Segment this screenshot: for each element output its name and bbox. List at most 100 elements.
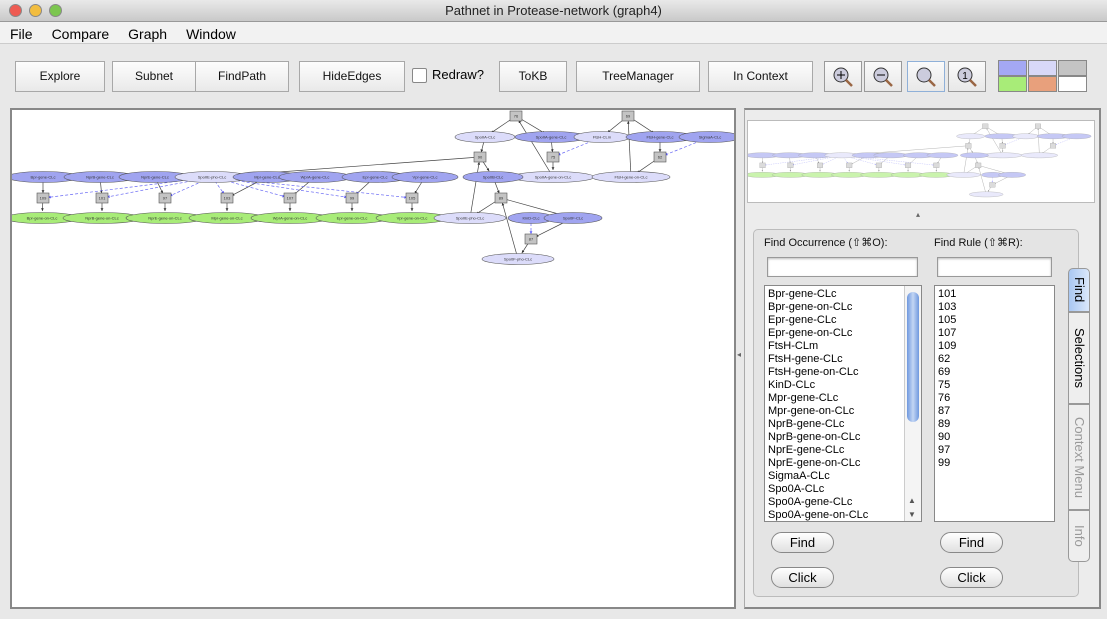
- rule-item[interactable]: 103: [938, 301, 1051, 314]
- occurrence-item[interactable]: NprE-gene-CLc: [768, 444, 901, 457]
- close-button[interactable]: [9, 4, 22, 17]
- graph-node[interactable]: [960, 152, 989, 159]
- rule-item[interactable]: 101: [938, 288, 1051, 301]
- occurrence-item[interactable]: Spo0A-gene-CLc: [768, 496, 901, 509]
- scroll-up-arrow-icon[interactable]: ▲: [908, 496, 916, 505]
- graph-node[interactable]: [946, 172, 981, 178]
- rule-node[interactable]: [982, 123, 989, 129]
- tab-find[interactable]: Find: [1068, 268, 1090, 312]
- occurrence-item[interactable]: NprE-gene-on-CLc: [768, 457, 901, 470]
- in-context-button[interactable]: In Context: [708, 61, 813, 92]
- zoom-actual-button[interactable]: 1: [948, 61, 986, 92]
- explore-button[interactable]: Explore: [15, 61, 105, 92]
- color-swatch[interactable]: [1058, 76, 1087, 92]
- rule-node[interactable]: [787, 162, 794, 168]
- tab-info[interactable]: Info: [1068, 510, 1090, 562]
- occurrence-item[interactable]: Mpr-gene-CLc: [768, 392, 901, 405]
- occurrence-item[interactable]: Spo0A-CLc: [768, 483, 901, 496]
- rule-item[interactable]: 90: [938, 431, 1051, 444]
- zoom-window-button[interactable]: [49, 4, 62, 17]
- rule-item[interactable]: 75: [938, 379, 1051, 392]
- rule-node[interactable]: [1050, 143, 1057, 149]
- occurrence-item[interactable]: Mpr-gene-on-CLc: [768, 405, 901, 418]
- occurrence-item[interactable]: Bpr-gene-on-CLc: [768, 301, 901, 314]
- occurrence-item[interactable]: SigmaA-CLc: [768, 470, 901, 483]
- rule-item[interactable]: 62: [938, 353, 1051, 366]
- color-swatch[interactable]: [1028, 76, 1057, 92]
- occurrence-item[interactable]: FtsH-CLm: [768, 340, 901, 353]
- graph-node[interactable]: [873, 152, 908, 159]
- zoom-fit-button[interactable]: [907, 61, 945, 92]
- rule-node[interactable]: [965, 143, 972, 149]
- menu-file[interactable]: File: [0, 22, 42, 44]
- zoom-in-button[interactable]: [824, 61, 862, 92]
- rule-node[interactable]: [1035, 123, 1041, 129]
- rule-item[interactable]: 76: [938, 392, 1051, 405]
- occurrence-item[interactable]: FtsH-gene-on-CLc: [768, 366, 901, 379]
- rule-node[interactable]: [846, 162, 853, 168]
- tab-selections[interactable]: Selections: [1068, 312, 1090, 404]
- rule-list[interactable]: 101 103 105 107 109 62 69 75 76 87 89 90 97 99: [934, 285, 1055, 522]
- rule-node[interactable]: [999, 143, 1006, 149]
- rule-item[interactable]: 107: [938, 327, 1051, 340]
- occurrence-item[interactable]: Spo0A-gene-on-CLc: [768, 509, 901, 521]
- occurrence-item[interactable]: NprB-gene-on-CLc: [768, 431, 901, 444]
- findpath-button[interactable]: FindPath: [195, 61, 289, 92]
- graph-node[interactable]: [1012, 133, 1040, 140]
- treemanager-button[interactable]: TreeManager: [576, 61, 700, 92]
- rule-node[interactable]: [875, 162, 882, 168]
- find-occurrence-input[interactable]: [767, 257, 918, 277]
- redraw-checkbox[interactable]: [412, 68, 427, 83]
- occurrence-item[interactable]: KinD-CLc: [768, 379, 901, 392]
- scrollbar-thumb[interactable]: [907, 292, 919, 422]
- occurrence-item[interactable]: Epr-gene-CLc: [768, 314, 901, 327]
- occurrence-item[interactable]: NprB-gene-CLc: [768, 418, 901, 431]
- rule-node[interactable]: [759, 162, 766, 168]
- occurrence-item[interactable]: FtsH-gene-CLc: [768, 353, 901, 366]
- menu-compare[interactable]: Compare: [42, 22, 119, 44]
- occurrence-item[interactable]: Epr-gene-on-CLc: [768, 327, 901, 340]
- rule-item[interactable]: 105: [938, 314, 1051, 327]
- graph-node[interactable]: [1061, 133, 1092, 140]
- rule-node[interactable]: [905, 162, 912, 168]
- graph-node[interactable]: [956, 133, 985, 140]
- vertical-splitter-handle[interactable]: ▴: [916, 210, 920, 219]
- occurrence-item[interactable]: Bpr-gene-CLc: [768, 288, 901, 301]
- occurrence-list[interactable]: Bpr-gene-CLc Bpr-gene-on-CLc Epr-gene-CLc E…: [764, 285, 922, 522]
- rule-node[interactable]: [933, 162, 940, 168]
- find-occurrence-button[interactable]: Find: [771, 532, 834, 553]
- minimize-button[interactable]: [29, 4, 42, 17]
- color-swatch[interactable]: [998, 60, 1027, 76]
- splitter-handle[interactable]: ◂: [737, 350, 741, 359]
- graph-node[interactable]: [1020, 152, 1058, 159]
- rule-node[interactable]: [989, 182, 996, 188]
- tokb-button[interactable]: ToKB: [499, 61, 567, 92]
- click-rule-button[interactable]: Click: [940, 567, 1003, 588]
- menu-window[interactable]: Window: [176, 22, 245, 44]
- find-rule-button[interactable]: Find: [940, 532, 1003, 553]
- graph-node[interactable]: [926, 152, 959, 159]
- rule-node[interactable]: [817, 162, 823, 168]
- click-occurrence-button[interactable]: Click: [771, 567, 834, 588]
- rule-item[interactable]: 97: [938, 444, 1051, 457]
- color-swatch[interactable]: [998, 76, 1027, 92]
- rule-item[interactable]: 87: [938, 405, 1051, 418]
- rule-item[interactable]: 99: [938, 457, 1051, 470]
- zoom-out-button[interactable]: [864, 61, 902, 92]
- graph-node[interactable]: [969, 191, 1004, 198]
- overview-minimap[interactable]: [744, 120, 1095, 203]
- graph-canvas[interactable]: Bpr-gene-CLc NprB-gene-CLc NprE-gene-CLc Sp…: [4, 108, 742, 609]
- menu-graph[interactable]: Graph: [118, 22, 176, 44]
- hideedges-button[interactable]: HideEdges: [299, 61, 405, 92]
- rule-node[interactable]: [975, 162, 982, 168]
- graph-node[interactable]: [998, 172, 1026, 178]
- tab-context-menu[interactable]: Context Menu: [1068, 404, 1090, 510]
- graph-node[interactable]: [983, 152, 1023, 159]
- scroll-down-arrow-icon[interactable]: ▼: [908, 510, 916, 519]
- find-rule-input[interactable]: [937, 257, 1052, 277]
- rule-item[interactable]: 109: [938, 340, 1051, 353]
- occurrence-list-scrollbar[interactable]: ▲ ▼: [904, 286, 921, 521]
- color-swatch[interactable]: [1058, 60, 1087, 76]
- rule-item[interactable]: 69: [938, 366, 1051, 379]
- rule-item[interactable]: 89: [938, 418, 1051, 431]
